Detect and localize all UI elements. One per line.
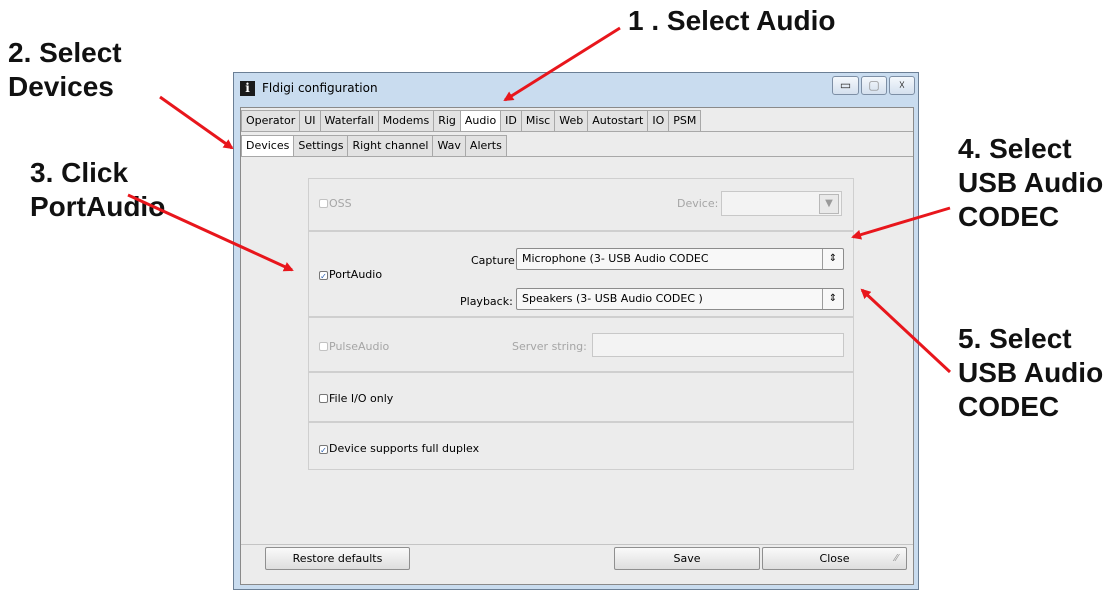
annotation-arrows bbox=[127, 26, 952, 374]
arrow-to-devices-tab bbox=[159, 95, 234, 150]
arrow-to-portaudio bbox=[127, 193, 294, 272]
arrow-to-audio-tab bbox=[503, 26, 621, 102]
arrow-to-capture-select bbox=[851, 206, 951, 240]
arrow-to-playback-select bbox=[860, 288, 952, 374]
